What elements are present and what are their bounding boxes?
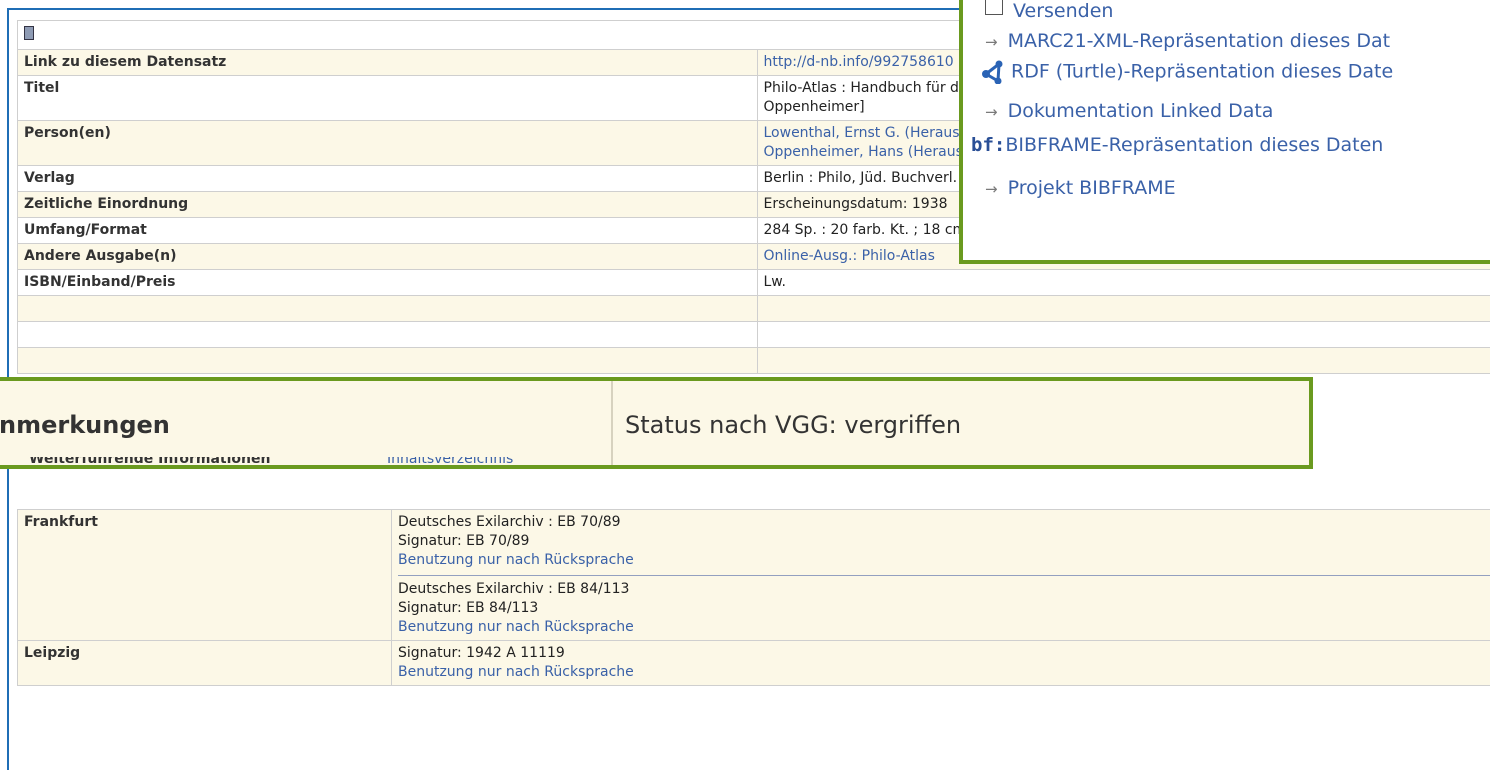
- row-label: ISBN/Einband/Preis: [18, 270, 758, 296]
- holding-shelfmark: Signatur: 1942 A 11119: [398, 644, 1490, 663]
- row-label: Titel: [18, 76, 758, 121]
- cut-off-label: Weiterführende Informationen: [29, 457, 270, 467]
- holding-location: Deutsches Exilarchiv : EB 84/113: [398, 580, 1490, 599]
- cut-off-row: Weiterführende Informationen Inhaltsverz…: [0, 457, 1313, 469]
- location-label: Leipzig: [18, 641, 392, 686]
- table-row: [18, 348, 1490, 374]
- document-icon: [985, 0, 1003, 15]
- row-label: Andere Ausgabe(n): [18, 244, 758, 270]
- bibframe-project-label: Projekt BIBFRAME: [1008, 177, 1176, 199]
- remarks-label: nmerkungen: [0, 411, 170, 439]
- export-options-popup: Versenden → MARC21-XML-Repräsentation die…: [959, 0, 1490, 264]
- table-row: [18, 296, 1490, 322]
- usage-note-link[interactable]: Benutzung nur nach Rücksprache: [398, 619, 634, 635]
- bibframe-icon: bf:: [971, 134, 1005, 156]
- row-label: Zeitliche Einordnung: [18, 192, 758, 218]
- bibframe-project-link[interactable]: → Projekt BIBFRAME: [985, 177, 1176, 199]
- marc21-xml-link[interactable]: → MARC21-XML-Repräsentation dieses Dat: [985, 30, 1390, 52]
- rdf-icon: [981, 60, 1005, 84]
- bibframe-label: BIBFRAME-Repräsentation dieses Daten: [1005, 134, 1383, 156]
- send-item[interactable]: Versenden: [985, 0, 1113, 22]
- permalink[interactable]: http://d-nb.info/992758610: [764, 54, 954, 70]
- holdings-table: Frankfurt Deutsches Exilarchiv : EB 70/8…: [17, 509, 1490, 686]
- book-icon: [24, 26, 34, 40]
- bibframe-link[interactable]: bf:BIBFRAME-Repräsentation dieses Daten: [971, 134, 1383, 156]
- row-label: [18, 296, 758, 322]
- rdf-turtle-link[interactable]: RDF (Turtle)-Repräsentation dieses Date: [981, 60, 1393, 84]
- arrow-icon: →: [985, 103, 998, 121]
- send-label: Versenden: [1013, 0, 1113, 22]
- cut-off-link[interactable]: Inhaltsverzeichnis: [387, 457, 513, 467]
- row-value: [757, 296, 1490, 322]
- marc21-label: MARC21-XML-Repräsentation dieses Dat: [1008, 30, 1391, 52]
- holding-row-leipzig: Leipzig Signatur: 1942 A 11119 Benutzung…: [18, 641, 1490, 686]
- row-label: Link zu diesem Datensatz: [18, 50, 758, 76]
- remarks-label-cell: nmerkungen: [0, 381, 613, 465]
- usage-note-link[interactable]: Benutzung nur nach Rücksprache: [398, 664, 634, 680]
- linked-data-label: Dokumentation Linked Data: [1008, 100, 1274, 122]
- arrow-icon: →: [985, 180, 998, 198]
- usage-note-link[interactable]: Benutzung nur nach Rücksprache: [398, 552, 634, 568]
- remarks-callout: nmerkungen Status nach VGG: vergriffen W…: [0, 377, 1313, 469]
- remarks-value: Status nach VGG: vergriffen: [625, 411, 961, 439]
- rdf-label: RDF (Turtle)-Repräsentation dieses Date: [1011, 61, 1393, 83]
- row-label: [18, 322, 758, 348]
- arrow-icon: →: [985, 33, 998, 51]
- table-row: [18, 322, 1490, 348]
- row-value: [757, 322, 1490, 348]
- row-label: [18, 348, 758, 374]
- holding-shelfmark: Signatur: EB 70/89: [398, 532, 1490, 551]
- row-label: Verlag: [18, 166, 758, 192]
- row-label: Umfang/Format: [18, 218, 758, 244]
- row-value: Lw.: [757, 270, 1490, 296]
- other-edition-link[interactable]: Online-Ausg.: Philo-Atlas: [764, 248, 935, 264]
- holding-row-frankfurt: Frankfurt Deutsches Exilarchiv : EB 70/8…: [18, 510, 1490, 641]
- location-label: Frankfurt: [18, 510, 392, 641]
- row-label: Person(en): [18, 121, 758, 166]
- table-row: ISBN/Einband/Preis Lw.: [18, 270, 1490, 296]
- holding-location: Deutsches Exilarchiv : EB 70/89: [398, 513, 1490, 532]
- holding-shelfmark: Signatur: EB 84/113: [398, 599, 1490, 618]
- row-value: [757, 348, 1490, 374]
- divider: [398, 575, 1490, 576]
- linked-data-doc-link[interactable]: → Dokumentation Linked Data: [985, 100, 1273, 122]
